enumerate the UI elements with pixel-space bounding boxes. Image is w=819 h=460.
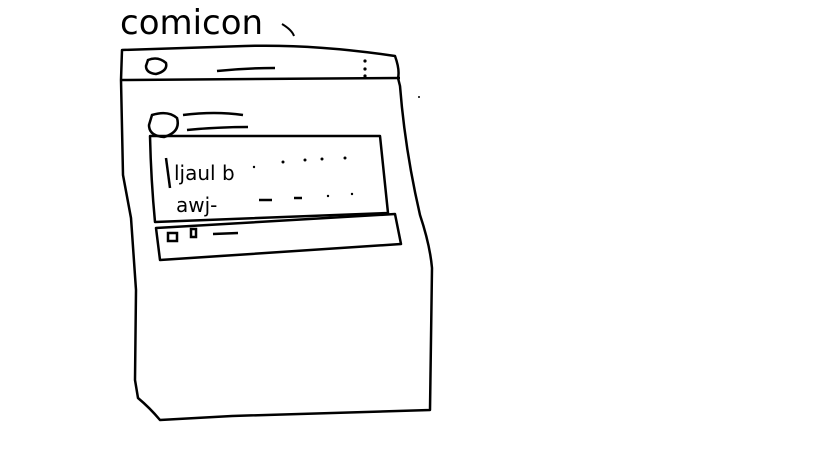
small-square-action-icon[interactable] (189, 227, 198, 239)
post-author-row (147, 111, 249, 139)
kebab-menu-icon[interactable] (363, 59, 367, 78)
header-title-line (216, 66, 276, 73)
post-text-dots-1 (252, 156, 347, 169)
stray-dot (418, 96, 420, 98)
title-underline-flourish (281, 23, 295, 37)
action-label-line (212, 231, 239, 236)
post-avatar-icon[interactable] (147, 111, 179, 139)
author-name-line (182, 111, 244, 117)
header-avatar-icon[interactable] (144, 57, 168, 76)
wireframe-sketch: comicon ljaul b awj- (119, 3, 434, 422)
post-content-card[interactable]: ljaul b awj- (148, 134, 390, 224)
app-header (121, 57, 401, 82)
author-meta-line (186, 125, 249, 132)
post-text-line-1: ljaul b (174, 161, 235, 185)
square-action-icon[interactable] (166, 231, 179, 243)
post-text-dashes-2 (259, 192, 354, 202)
sketch-title: comicon (120, 3, 263, 43)
post-text-line-2: awj- (176, 193, 217, 217)
